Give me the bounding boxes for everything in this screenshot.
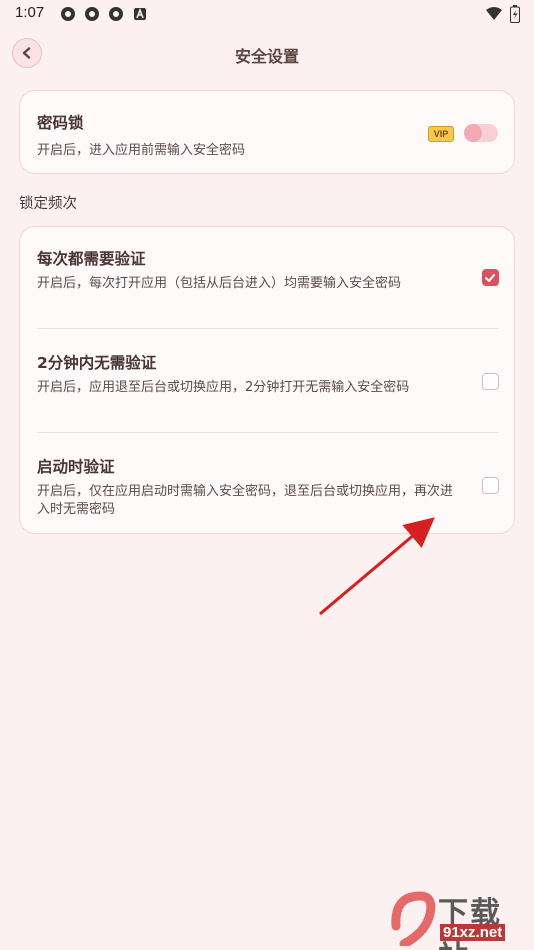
status-time: 1:07 — [15, 4, 45, 21]
screen: 1:07 安全设置 密码锁 开启后，进入应用前需输入安全密码 VIP 锁定频次 … — [0, 0, 534, 950]
app-header: 安全设置 — [0, 34, 534, 74]
app-notification-icon — [85, 7, 99, 21]
app-notification-icon — [109, 7, 123, 21]
vip-badge: VIP — [428, 126, 454, 142]
system-icons — [486, 5, 520, 23]
option-title: 2分钟内无需验证 — [37, 354, 157, 372]
option-title: 启动时验证 — [37, 458, 115, 476]
password-lock-card: 密码锁 开启后，进入应用前需输入安全密码 VIP — [19, 90, 515, 174]
app-notification-icon — [61, 7, 75, 21]
divider — [37, 328, 499, 329]
password-lock-title: 密码锁 — [37, 114, 84, 132]
logo-mark-icon — [391, 891, 436, 946]
notification-icons — [60, 6, 148, 22]
option-on-launch[interactable]: 启动时验证 开启后，仅在应用启动时需输入安全密码，退至后台或切换应用，再次进入时… — [20, 435, 516, 539]
lock-frequency-card: 每次都需要验证 开启后，每次打开应用（包括从后台进入）均需要输入安全密码 2分钟… — [19, 226, 515, 534]
option-every-time[interactable]: 每次都需要验证 开启后，每次打开应用（包括从后台进入）均需要输入安全密码 — [20, 227, 516, 331]
watermark-domain: 91xz.net — [440, 924, 506, 941]
font-notification-icon — [134, 7, 146, 20]
option-checkbox[interactable] — [482, 477, 499, 494]
option-description: 开启后，仅在应用启动时需输入安全密码，退至后台或切换应用，再次进入时无需密码 — [37, 484, 454, 517]
option-description: 开启后，应用退至后台或切换应用，2分钟打开无需输入安全密码 — [37, 380, 410, 395]
toggle-knob — [464, 124, 482, 142]
wifi-icon — [486, 7, 502, 20]
section-label-lock-frequency: 锁定频次 — [19, 196, 77, 212]
option-checkbox[interactable] — [482, 373, 499, 390]
divider — [37, 432, 499, 433]
option-two-minutes[interactable]: 2分钟内无需验证 开启后，应用退至后台或切换应用，2分钟打开无需输入安全密码 — [20, 331, 516, 435]
checkmark-icon — [485, 274, 495, 282]
option-checkbox-checked[interactable] — [482, 269, 499, 286]
password-lock-description: 开启后，进入应用前需输入安全密码 — [37, 143, 246, 158]
option-title: 每次都需要验证 — [37, 250, 146, 268]
page-title: 安全设置 — [234, 47, 299, 66]
watermark-logo: 下载站 91xz.net — [390, 888, 530, 950]
battery-icon — [510, 5, 520, 23]
status-bar: 1:07 — [0, 0, 534, 28]
option-description: 开启后，每次打开应用（包括从后台进入）均需要输入安全密码 — [37, 276, 402, 291]
password-lock-toggle[interactable] — [464, 124, 498, 142]
